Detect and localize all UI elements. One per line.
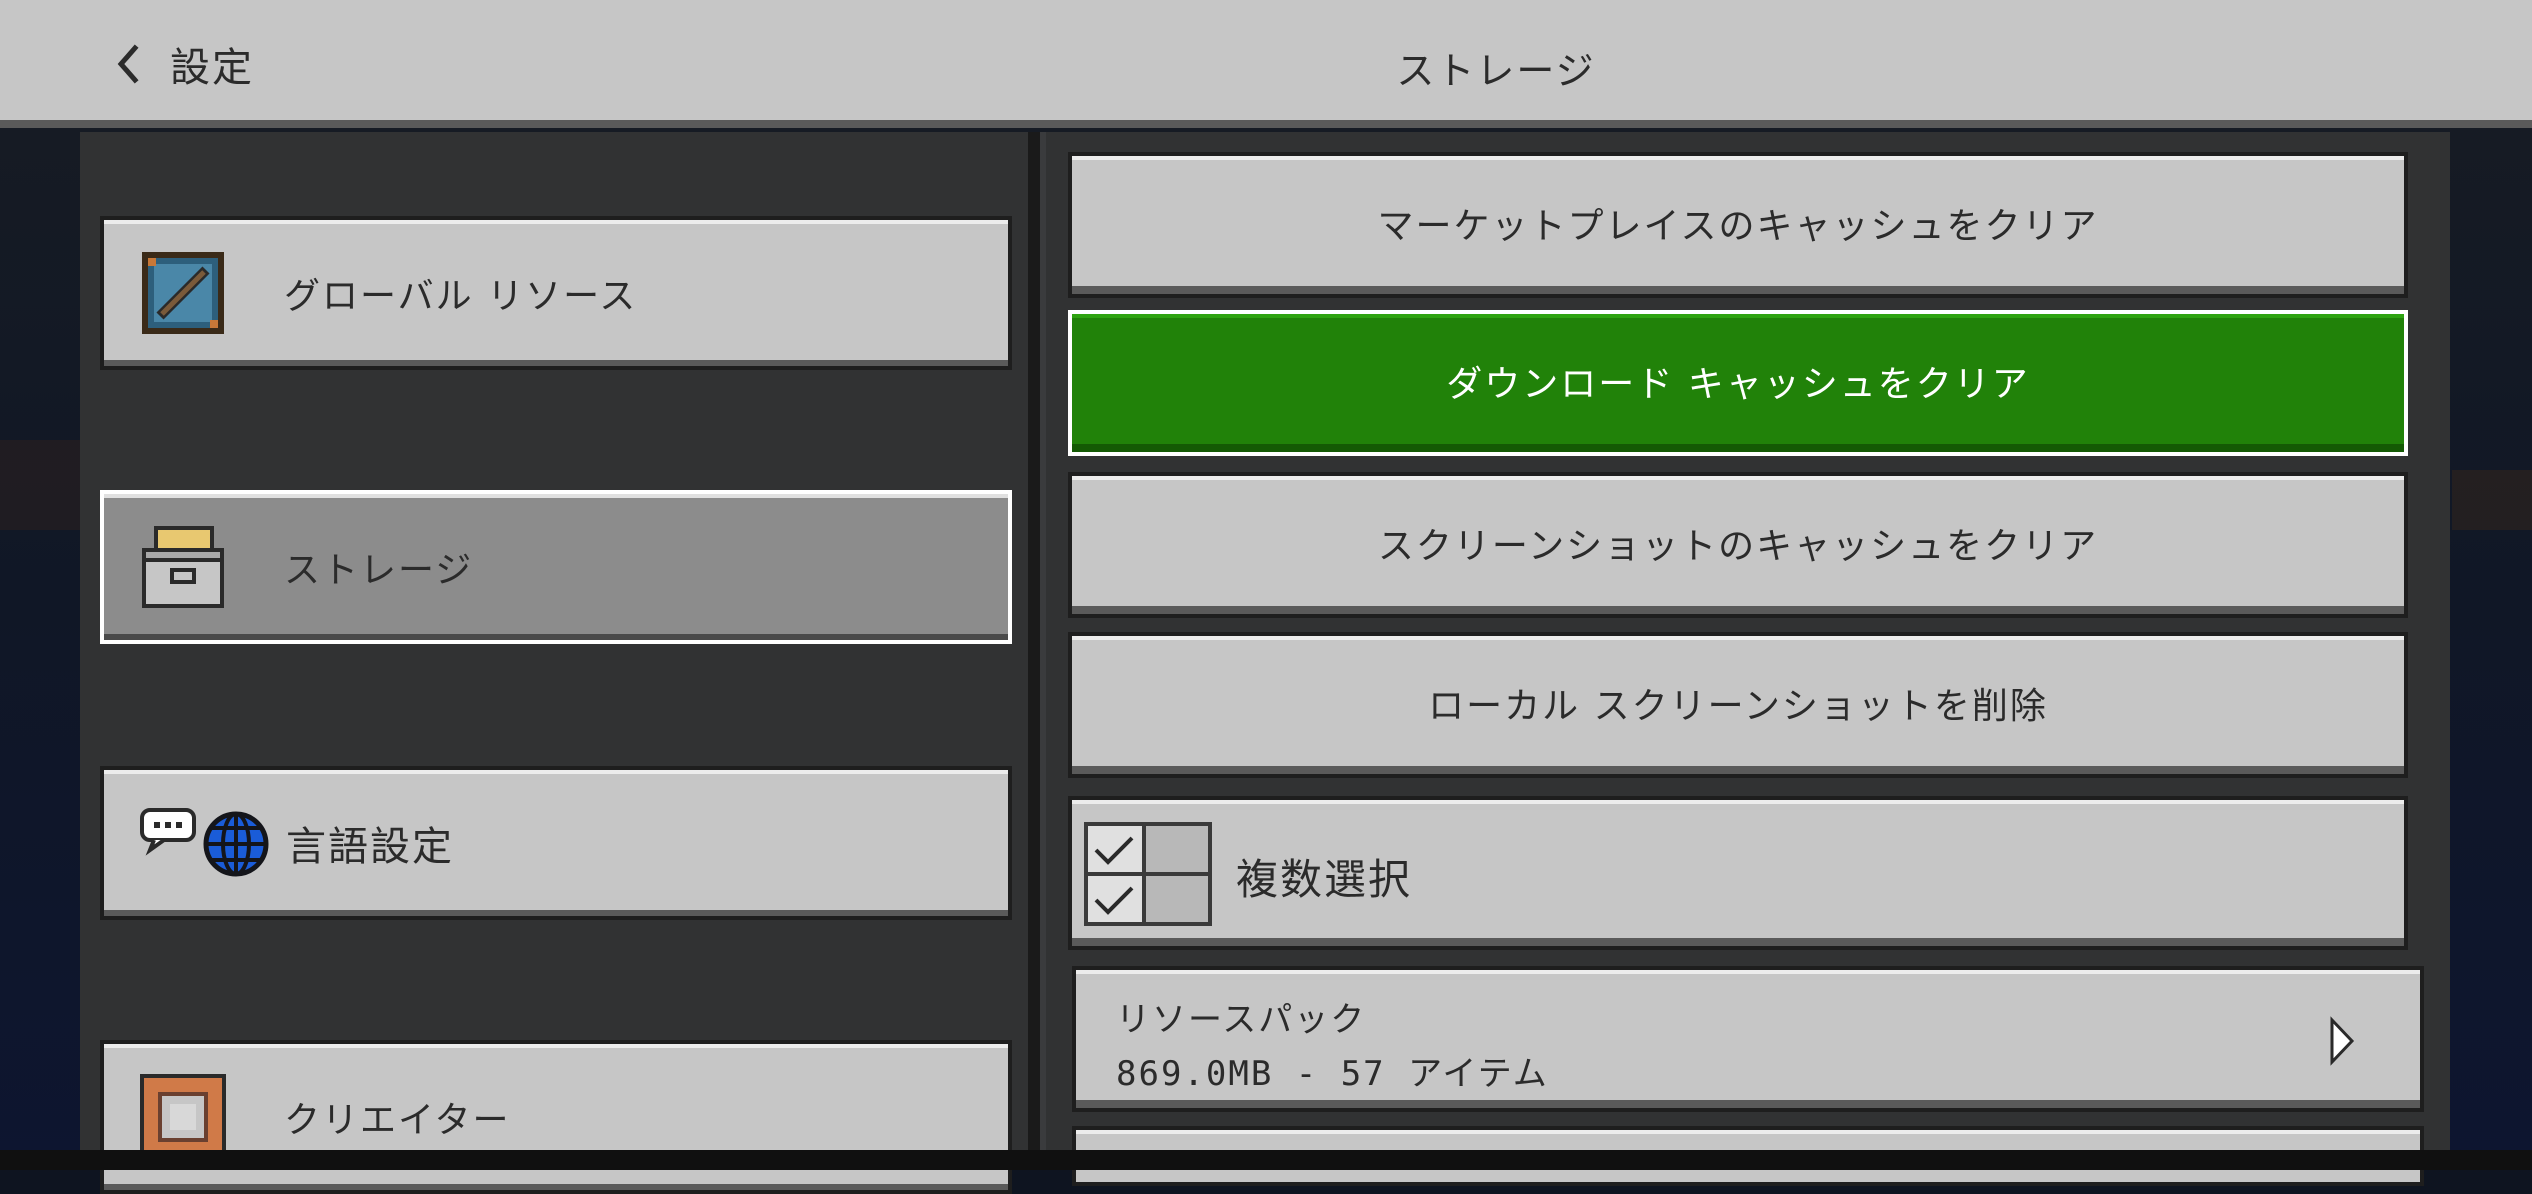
sidebar-item-label: ストレージ bbox=[284, 550, 474, 591]
multi-select-label: 複数選択 bbox=[1236, 855, 1413, 904]
resource-pack-size: 869.0MB - 57 アイテム bbox=[1116, 1054, 1549, 1094]
creator-icon bbox=[140, 1074, 226, 1160]
sidebar-item-storage[interactable]: ストレージ bbox=[100, 490, 1012, 644]
clear-screenshot-cache-button[interactable]: スクリーンショットのキャッシュをクリア bbox=[1068, 472, 2408, 618]
background-detail bbox=[0, 440, 80, 530]
sidebar-item-label: クリエイター bbox=[284, 1100, 511, 1141]
clear-download-cache-button[interactable]: ダウンロード キャッシュをクリア bbox=[1068, 310, 2408, 456]
panel-divider bbox=[1028, 132, 1040, 1170]
sidebar-item-language[interactable]: 言語設定 bbox=[100, 766, 1012, 920]
button-label: ダウンロード キャッシュをクリア bbox=[1446, 364, 2030, 405]
button-label: スクリーンショットのキャッシュをクリア bbox=[1377, 526, 2099, 567]
delete-local-screenshots-button[interactable]: ローカル スクリーンショットを削除 bbox=[1068, 632, 2408, 778]
chevron-right-icon bbox=[2328, 1016, 2356, 1066]
button-label: ローカル スクリーンショットを削除 bbox=[1428, 686, 2048, 727]
sidebar-item-global-resources[interactable]: グローバル リソース bbox=[100, 216, 1012, 370]
page-title: ストレージ bbox=[1396, 49, 1596, 93]
background-detail bbox=[2452, 470, 2532, 530]
multi-select-icon bbox=[1084, 822, 1212, 926]
sidebar-item-creator[interactable]: クリエイター bbox=[100, 1040, 1012, 1194]
button-label: マーケットプレイスのキャッシュをクリア bbox=[1377, 206, 2099, 247]
global-resources-icon bbox=[140, 250, 226, 336]
multi-select-toggle[interactable]: 複数選択 bbox=[1068, 796, 2408, 950]
clear-marketplace-cache-button[interactable]: マーケットプレイスのキャッシュをクリア bbox=[1068, 152, 2408, 298]
resource-pack-row[interactable]: リソースパック 869.0MB - 57 アイテム bbox=[1072, 966, 2424, 1112]
sidebar-item-label: グローバル リソース bbox=[284, 276, 638, 317]
storage-icon bbox=[140, 524, 226, 610]
language-icon bbox=[140, 800, 270, 886]
bottom-edge bbox=[0, 1150, 2532, 1170]
top-bar-shadow bbox=[0, 120, 2532, 128]
sidebar-item-label: 言語設定 bbox=[286, 824, 454, 870]
resource-pack-title: リソースパック bbox=[1116, 1000, 1367, 1040]
